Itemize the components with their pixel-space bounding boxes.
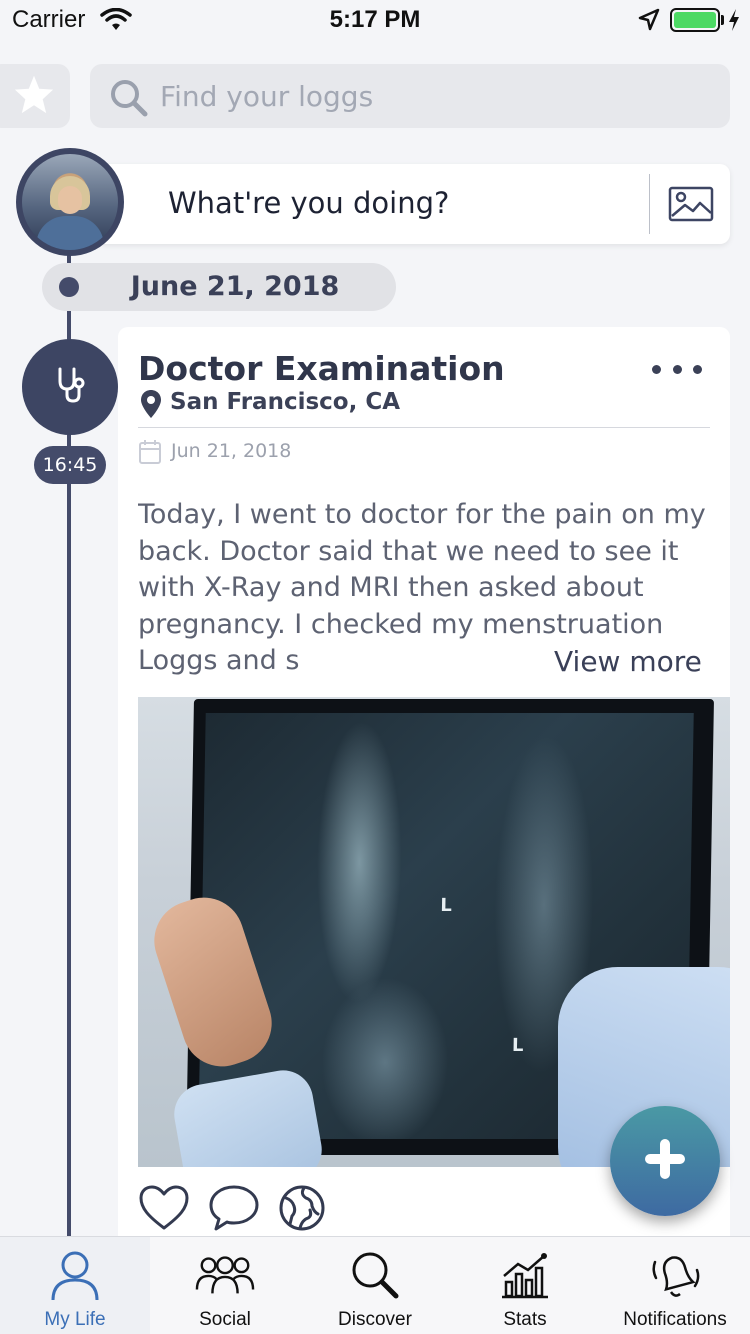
bell-icon bbox=[645, 1247, 705, 1303]
charging-bolt-icon bbox=[727, 8, 741, 36]
post-date: Jun 21, 2018 bbox=[171, 440, 292, 462]
compose-box[interactable]: What're you doing? bbox=[96, 164, 730, 244]
compose-divider bbox=[649, 174, 650, 234]
post-divider bbox=[138, 427, 710, 428]
heart-icon[interactable] bbox=[138, 1184, 190, 1236]
post-title: Doctor Examination bbox=[138, 349, 505, 388]
search-bar[interactable] bbox=[90, 64, 730, 128]
tab-label: Social bbox=[199, 1309, 251, 1330]
tab-social[interactable]: Social bbox=[150, 1237, 300, 1334]
stethoscope-icon bbox=[50, 365, 90, 409]
date-header: June 21, 2018 bbox=[42, 263, 396, 311]
view-more-link[interactable]: View more bbox=[514, 645, 714, 685]
tab-label: Discover bbox=[338, 1309, 412, 1330]
tab-notifications[interactable]: Notifications bbox=[600, 1237, 750, 1334]
category-badge bbox=[22, 339, 118, 435]
group-icon bbox=[195, 1247, 255, 1303]
plus-icon bbox=[641, 1135, 689, 1187]
add-post-button[interactable] bbox=[610, 1106, 720, 1216]
post-image-xray[interactable]: L L bbox=[138, 697, 730, 1167]
xray-marker-label: L bbox=[511, 1035, 524, 1056]
search-input[interactable] bbox=[160, 74, 700, 118]
post-location[interactable]: San Francisco, CA bbox=[170, 389, 400, 415]
tab-bar: My Life Social Discover Stats Notificati… bbox=[0, 1236, 750, 1334]
compose-prompt[interactable]: What're you doing? bbox=[168, 186, 449, 220]
search-icon bbox=[108, 77, 150, 123]
post-time-badge: 16:45 bbox=[34, 446, 106, 484]
stats-icon bbox=[495, 1247, 555, 1303]
status-bar: Carrier 5:17 PM bbox=[0, 0, 750, 40]
more-options-button[interactable] bbox=[652, 361, 702, 377]
battery-icon bbox=[670, 8, 720, 32]
tab-discover[interactable]: Discover bbox=[300, 1237, 450, 1334]
tab-label: Notifications bbox=[623, 1309, 727, 1330]
magnifier-icon bbox=[345, 1247, 405, 1303]
image-icon[interactable] bbox=[668, 186, 714, 226]
star-icon bbox=[13, 74, 55, 118]
timeline-dot bbox=[59, 277, 79, 297]
avatar-photo bbox=[22, 154, 118, 250]
tab-label: Stats bbox=[503, 1309, 547, 1330]
tab-stats[interactable]: Stats bbox=[450, 1237, 600, 1334]
avatar[interactable] bbox=[16, 148, 124, 256]
globe-icon[interactable] bbox=[278, 1184, 326, 1236]
calendar-icon bbox=[138, 439, 162, 469]
person-icon bbox=[45, 1247, 105, 1303]
date-header-label: June 21, 2018 bbox=[130, 271, 340, 302]
favorites-button[interactable] bbox=[0, 64, 70, 128]
xray-marker-label: L bbox=[440, 895, 453, 916]
comment-icon[interactable] bbox=[208, 1184, 260, 1236]
tab-label: My Life bbox=[44, 1309, 106, 1330]
battery-tip bbox=[721, 15, 724, 25]
location-pin-icon bbox=[140, 389, 162, 423]
location-arrow-icon bbox=[638, 8, 660, 36]
tab-my-life[interactable]: My Life bbox=[0, 1237, 150, 1334]
